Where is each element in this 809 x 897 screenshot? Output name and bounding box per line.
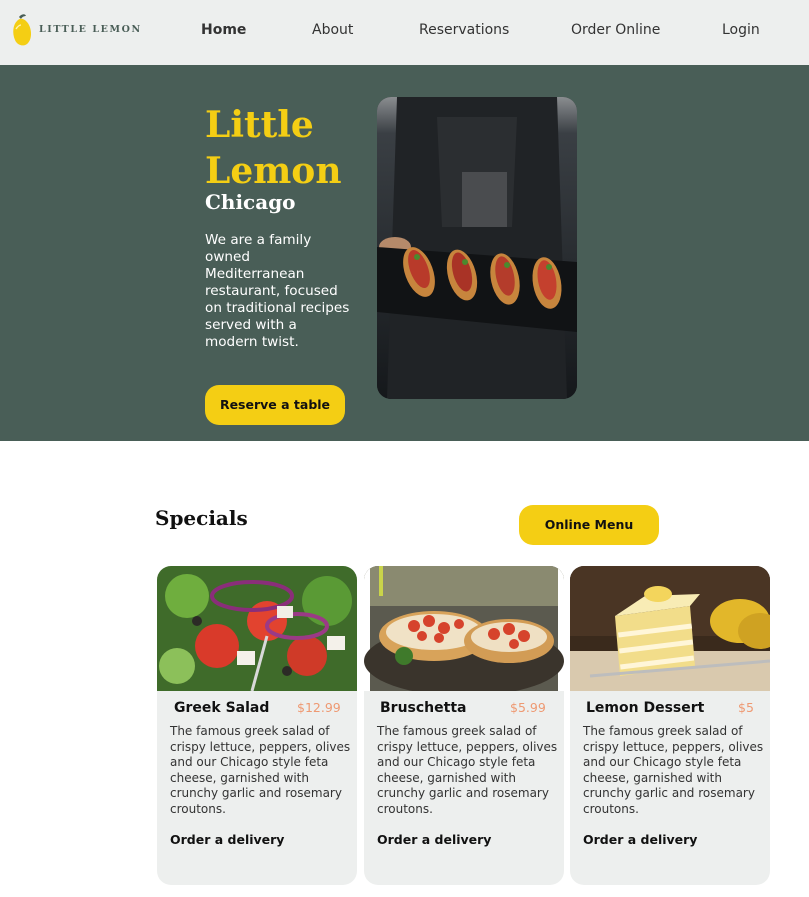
specials-title: Specials (155, 506, 248, 530)
card-description: The famous greek salad of crispy lettuce… (377, 724, 558, 816)
hero-image (377, 97, 577, 399)
lemon-dessert-image (570, 566, 770, 691)
card-name: Bruschetta (380, 700, 467, 716)
card-price: $5.99 (510, 700, 546, 715)
nav-link-about[interactable]: About (312, 22, 353, 38)
order-delivery-link[interactable]: Order a delivery (170, 832, 284, 847)
card-name: Greek Salad (174, 700, 270, 716)
top-nav: LITTLE LEMON Home About Reservations Ord… (0, 0, 809, 65)
special-card-lemon-dessert[interactable]: Lemon Dessert $5 The famous greek salad … (570, 566, 770, 885)
hero-subtitle: Chicago (205, 190, 296, 214)
logo[interactable]: LITTLE LEMON (12, 13, 140, 47)
order-delivery-link[interactable]: Order a delivery (583, 832, 697, 847)
hero-title: Little Lemon (205, 104, 342, 192)
card-name: Lemon Dessert (586, 700, 705, 716)
logo-text: LITTLE LEMON (39, 24, 142, 35)
nav-link-login[interactable]: Login (722, 22, 760, 38)
hero-section: Little Lemon Chicago We are a family own… (0, 65, 809, 441)
special-card-greek-salad[interactable]: Greek Salad $12.99 The famous greek sala… (157, 566, 357, 885)
nav-link-home[interactable]: Home (201, 22, 246, 38)
reserve-table-button[interactable]: Reserve a table (205, 385, 345, 425)
online-menu-button[interactable]: Online Menu (519, 505, 659, 545)
card-description: The famous greek salad of crispy lettuce… (170, 724, 351, 816)
greek-salad-image (157, 566, 357, 691)
nav-link-order-online[interactable]: Order Online (571, 22, 660, 38)
card-description: The famous greek salad of crispy lettuce… (583, 724, 764, 816)
card-price: $12.99 (297, 700, 341, 715)
order-delivery-link[interactable]: Order a delivery (377, 832, 491, 847)
special-card-bruschetta[interactable]: Bruschetta $5.99 The famous greek salad … (364, 566, 564, 885)
lemon-icon (13, 14, 32, 46)
nav-link-reservations[interactable]: Reservations (419, 22, 509, 38)
bruschetta-image (364, 566, 564, 691)
hero-description: We are a family owned Mediterranean rest… (205, 232, 350, 350)
card-price: $5 (738, 700, 754, 715)
